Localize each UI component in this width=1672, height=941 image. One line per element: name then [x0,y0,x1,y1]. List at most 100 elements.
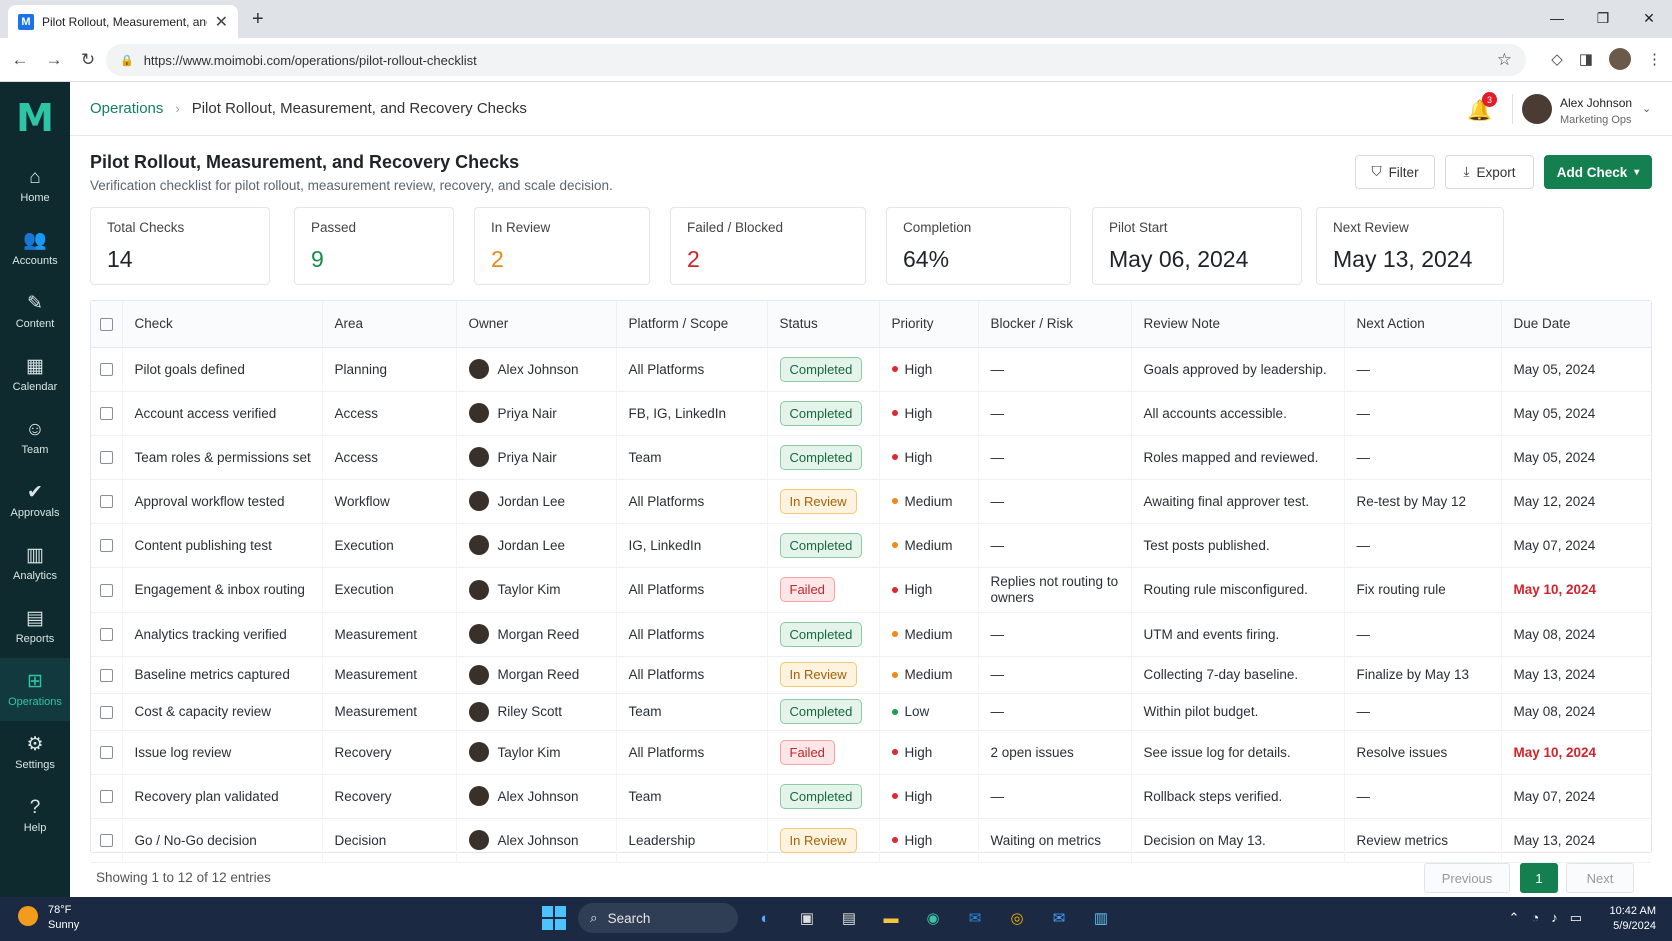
column-header[interactable]: Next Action [1344,301,1502,348]
outlook-icon[interactable]: ✉ [960,903,990,933]
notepad-icon[interactable]: ▥ [1086,903,1116,933]
column-header[interactable]: Blocker / Risk [978,301,1132,348]
owner-cell: Priya Nair [456,391,617,436]
file-explorer-icon[interactable]: ▬ [876,903,906,933]
row-checkbox[interactable] [100,407,113,421]
add-check-button[interactable]: Add Check ▾ [1544,155,1652,189]
browser-tab[interactable]: M Pilot Rollout, Measurement, and ✕ [8,5,238,38]
sidebar-item-calendar[interactable]: ▦ Calendar [0,343,70,406]
close-window-icon[interactable]: ✕ [1626,0,1672,36]
forward-icon[interactable]: → [40,50,68,70]
sidebar-item-analytics[interactable]: ▥ Analytics [0,532,70,595]
restore-icon[interactable]: ❐ [1580,0,1626,36]
sidebar-item-operations[interactable]: ⊞ Operations [0,658,70,721]
column-header[interactable]: Status [767,301,880,348]
volume-icon[interactable]: ♪ [1551,910,1558,926]
task-view-icon[interactable]: ▣ [792,903,822,933]
mail-icon[interactable]: ✉ [1044,903,1074,933]
stat-card: Next Review May 13, 2024 [1316,207,1504,285]
sidebar-item-help[interactable]: ? Help [0,784,70,847]
chrome-icon[interactable]: ◎ [1002,903,1032,933]
table-row[interactable]: Cost & capacity review Measurement Riley S… [91,693,1651,731]
export-button[interactable]: ⤓ Export [1445,155,1534,189]
row-checkbox[interactable] [100,705,113,719]
row-checkbox[interactable] [100,539,113,553]
url-field[interactable]: 🔒 https://www.moimobi.com/operations/pil… [106,44,1526,76]
sidebar-item-accounts[interactable]: 👥 Accounts [0,217,70,280]
chevron-up-icon[interactable]: ⌃ [1508,910,1519,926]
sidebar-item-team[interactable]: ☺ Team [0,406,70,469]
status-badge: In Review [779,827,857,853]
bookmark-star-icon[interactable]: ☆ [1497,50,1512,70]
sidebar-item-reports[interactable]: ▤ Reports [0,595,70,658]
column-header[interactable]: Check [122,301,323,348]
extensions-icon[interactable]: ◇ [1551,50,1563,68]
side-panel-icon[interactable]: ◨ [1579,50,1593,68]
column-header[interactable]: Owner [456,301,617,348]
new-tab-icon[interactable]: + [252,8,264,31]
select-all-checkbox[interactable] [100,318,113,332]
column-header[interactable]: Priority [879,301,979,348]
close-tab-icon[interactable]: ✕ [215,12,228,32]
check-name: Go / No-Go decision [122,818,323,863]
sidebar-item-content[interactable]: ✎ Content [0,280,70,343]
table-row[interactable]: Account access verified Access Priya Nair F… [91,391,1651,436]
taskbar-search[interactable]: ⌕ Search [578,903,738,933]
wifi-icon[interactable]: ◔ [1531,910,1539,926]
platform-scope: Team [616,693,768,731]
store-icon[interactable]: ▤ [834,903,864,933]
user-avatar[interactable] [1522,94,1552,124]
next-page-button[interactable]: Next [1566,863,1634,893]
table-row[interactable]: Baseline metrics captured Measurement Morg… [91,656,1651,694]
table-row[interactable]: Pilot goals defined Planning Alex Johnson A… [91,347,1651,392]
table-row[interactable]: Team roles & permissions set Access Priya … [91,435,1651,480]
filter-button[interactable]: ⛉ Filter [1355,155,1435,189]
page-1-button[interactable]: 1 [1520,863,1558,893]
user-name[interactable]: Alex Johnson [1560,96,1632,110]
copilot-icon[interactable]: ◐ [750,903,780,933]
table-row[interactable]: Analytics tracking verified Measurement Mo… [91,612,1651,657]
app-logo[interactable]: M [0,82,70,154]
battery-icon[interactable]: ▭ [1570,910,1582,926]
table-row[interactable]: Issue log review Recovery Taylor Kim All Pl… [91,730,1651,775]
table-row[interactable]: Go / No-Go decision Decision Alex Johnson L… [91,818,1651,863]
chevron-down-icon[interactable]: ⌄ [1642,102,1651,115]
sun-icon[interactable] [18,906,38,926]
table-row[interactable]: Engagement & inbox routing Execution Taylo… [91,567,1651,613]
status-cell: Completed [767,774,880,819]
row-checkbox[interactable] [100,363,113,377]
column-header[interactable]: Due Date [1501,301,1651,348]
row-checkbox[interactable] [100,495,113,509]
row-checkbox[interactable] [100,746,113,760]
previous-page-button[interactable]: Previous [1424,863,1510,893]
minimize-icon[interactable]: — [1534,0,1580,36]
column-header[interactable]: Platform / Scope [616,301,768,348]
back-icon[interactable]: ← [6,50,34,70]
row-checkbox[interactable] [100,583,113,597]
windows-start-icon[interactable] [542,906,566,930]
system-clock[interactable]: 10:42 AM 5/9/2024 [1610,904,1656,934]
row-checkbox[interactable] [100,834,113,848]
row-checkbox[interactable] [100,790,113,804]
sidebar-item-approvals[interactable]: ✔ Approvals [0,469,70,532]
column-header[interactable]: Area [322,301,457,348]
row-checkbox[interactable] [100,451,113,465]
breadcrumb-operations[interactable]: Operations [90,100,163,117]
priority-label: Medium [904,493,953,509]
profile-avatar[interactable] [1609,48,1631,70]
table-row[interactable]: Recovery plan validated Recovery Alex John… [91,774,1651,819]
reload-icon[interactable]: ↻ [74,50,102,70]
check-name: Pilot goals defined [122,347,323,392]
row-checkbox[interactable] [100,668,113,682]
table-row[interactable]: Approval workflow tested Workflow Jordan L… [91,479,1651,524]
edge-icon[interactable]: ◉ [918,903,948,933]
select-all-cell [91,301,123,348]
priority-label: Medium [904,667,953,682]
sidebar-item-home[interactable]: ⌂ Home [0,154,70,217]
column-header[interactable]: Review Note [1131,301,1345,348]
table-row[interactable]: Content publishing test Execution Jordan L… [91,523,1651,568]
browser-menu-icon[interactable]: ⋮ [1647,50,1662,68]
priority-dot-icon [891,454,898,460]
row-checkbox[interactable] [100,628,113,642]
sidebar-item-settings[interactable]: ⚙ Settings [0,721,70,784]
